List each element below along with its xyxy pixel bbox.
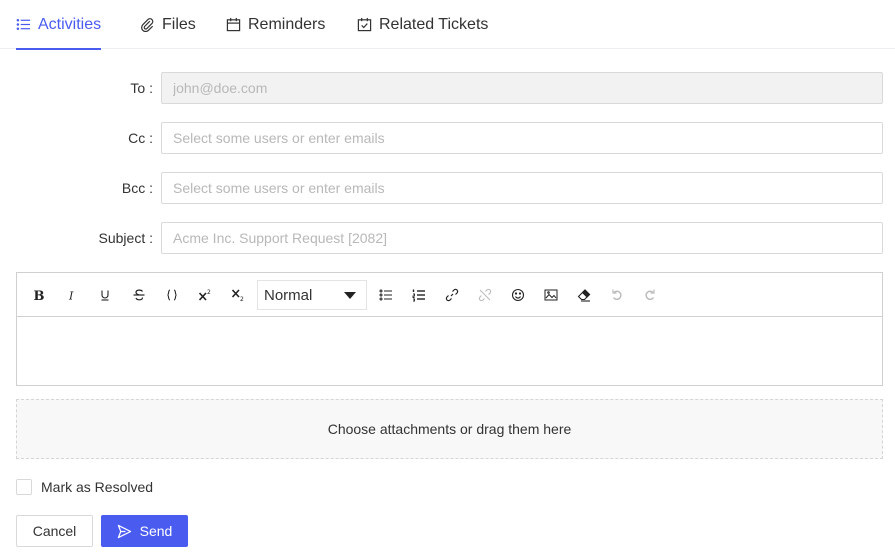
- eraser-icon: [577, 289, 591, 302]
- clean-format-button[interactable]: [573, 284, 595, 306]
- undo-icon: [612, 289, 622, 301]
- tab-related-tickets[interactable]: Related Tickets: [357, 0, 488, 49]
- link-icon: [445, 288, 459, 302]
- paperclip-icon: [141, 18, 154, 32]
- svg-text:I: I: [68, 290, 74, 303]
- redo-button[interactable]: [639, 284, 661, 306]
- tab-label: Activities: [38, 15, 102, 33]
- dropzone-label: Choose attachments or drag them here: [327, 421, 572, 437]
- cc-field[interactable]: [161, 122, 883, 154]
- send-button[interactable]: Send: [101, 515, 188, 547]
- bold-icon: B: [34, 289, 45, 302]
- underline-button[interactable]: [94, 284, 116, 306]
- cancel-label: Cancel: [32, 523, 77, 539]
- calendar-icon: [226, 17, 241, 32]
- calendar-check-icon: [357, 17, 372, 32]
- bcc-field[interactable]: [161, 172, 883, 204]
- subject-label: Subject :: [98, 230, 153, 246]
- bcc-label: Bcc :: [121, 180, 153, 196]
- strike-button[interactable]: [128, 284, 150, 306]
- bcc-row: Bcc :: [0, 172, 895, 204]
- tab-reminders[interactable]: Reminders: [226, 0, 325, 49]
- tab-files[interactable]: Files: [140, 0, 196, 49]
- list-icon: [16, 19, 31, 30]
- mark-resolved-checkbox[interactable]: [16, 479, 32, 495]
- underline-icon: [101, 290, 109, 301]
- code-braces-icon: [167, 289, 177, 301]
- strikethrough-icon: [133, 289, 145, 301]
- link-button[interactable]: [441, 284, 463, 306]
- smiley-icon: [511, 288, 525, 302]
- italic-icon: I: [68, 290, 74, 303]
- unlink-icon: [478, 288, 492, 302]
- cancel-button[interactable]: Cancel: [16, 515, 93, 547]
- italic-button[interactable]: I: [61, 284, 83, 306]
- mark-resolved-label: Mark as Resolved: [41, 479, 154, 495]
- to-field[interactable]: [161, 72, 883, 104]
- superscript-button[interactable]: 2: [194, 284, 216, 306]
- tab-label: Files: [162, 15, 196, 33]
- format-select[interactable]: Normal: [257, 280, 367, 310]
- subject-row: Subject :: [0, 222, 895, 254]
- subscript-icon: 2: [231, 289, 244, 302]
- image-button[interactable]: [540, 284, 562, 306]
- bold-button[interactable]: B: [28, 284, 50, 306]
- undo-button[interactable]: [606, 284, 628, 306]
- cc-label: Cc :: [128, 130, 153, 146]
- subscript-button[interactable]: 2: [227, 284, 249, 306]
- ordered-list-button[interactable]: [408, 284, 430, 306]
- attachments-dropzone[interactable]: Choose attachments or drag them here: [16, 399, 883, 459]
- send-label: Send: [139, 523, 173, 539]
- svg-text:B: B: [34, 289, 45, 302]
- mark-resolved[interactable]: Mark as Resolved: [16, 478, 153, 496]
- tab-activities[interactable]: Activities: [16, 0, 102, 50]
- cc-row: Cc :: [0, 122, 895, 154]
- emoji-button[interactable]: [507, 284, 529, 306]
- subject-field[interactable]: [161, 222, 883, 254]
- tab-bar: Activities Files Reminders Related Ticke…: [0, 0, 895, 50]
- editor-content[interactable]: [17, 317, 882, 385]
- ordered-list-icon: [412, 289, 425, 302]
- to-row: To :: [0, 72, 895, 104]
- caret-down-icon: [344, 292, 356, 299]
- send-icon: [117, 524, 131, 538]
- editor-toolbar: B I 2 2 Normal: [17, 273, 882, 317]
- bullet-list-button[interactable]: [375, 284, 397, 306]
- bullet-list-icon: [379, 289, 392, 301]
- rich-text-editor: B I 2 2 Normal: [16, 272, 883, 386]
- superscript-icon: 2: [198, 289, 211, 301]
- code-button[interactable]: [161, 284, 183, 306]
- redo-icon: [645, 289, 655, 301]
- image-icon: [544, 289, 558, 301]
- svg-text:2: 2: [240, 296, 244, 302]
- to-label: To :: [130, 80, 153, 96]
- unlink-button[interactable]: [474, 284, 496, 306]
- tab-label: Related Tickets: [379, 15, 489, 33]
- format-select-value: Normal: [264, 286, 313, 304]
- tab-label: Reminders: [248, 15, 326, 33]
- svg-text:2: 2: [207, 289, 211, 296]
